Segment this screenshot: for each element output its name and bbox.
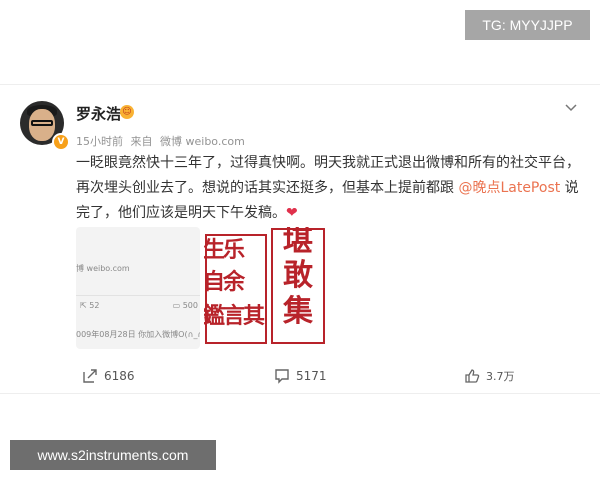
post-meta: 15小时前 来自 微博 weibo.com <box>76 133 249 149</box>
forward-button[interactable]: 6186 <box>82 365 135 387</box>
seal-char: 堪 <box>283 227 313 259</box>
seal-char: 乐 <box>223 237 245 263</box>
like-button[interactable]: 3.7万 <box>464 365 515 387</box>
thumb-comment: ▭ 500 <box>172 301 198 310</box>
seal-char: 生 <box>204 237 225 263</box>
forward-count: 6186 <box>104 369 135 383</box>
seal-char: 言 <box>223 303 245 329</box>
seal-char: 敢 <box>283 258 313 293</box>
post-time[interactable]: 15小时前 <box>76 135 123 148</box>
seal-char: 自 <box>204 269 225 295</box>
forward-icon <box>83 369 97 383</box>
seal-char: 集 <box>282 294 314 329</box>
comment-button[interactable]: 5171 <box>274 365 327 387</box>
action-bar: 6186 5171 3.7万 <box>0 365 600 387</box>
seal-stamp: 乐余言自鑑 堪敢集 生其 <box>204 227 325 344</box>
chevron-down-icon[interactable] <box>562 99 580 117</box>
thumb-comment-count: 500 <box>182 301 198 310</box>
seal-char: 余 <box>222 269 246 295</box>
comment-count: 5171 <box>296 369 327 383</box>
comment-icon <box>275 369 289 384</box>
username[interactable]: 罗永浩 <box>76 103 121 124</box>
seal-char: 鑑 <box>204 303 225 329</box>
mention-link[interactable]: @晚点LatePost <box>458 180 560 196</box>
thumb-forward-count: 52 <box>89 301 100 310</box>
thumbs-up-icon <box>465 369 480 383</box>
thumb-date-text: 009年08月28日 你加入微博O(∩_∩) <box>76 330 200 339</box>
site-watermark: www.s2instruments.com <box>10 440 216 470</box>
weibo-post-card: V 罗永浩 ☺ 15小时前 来自 微博 weibo.com 一眨眼竟然快十三年了… <box>0 84 600 394</box>
seal-char: 其 <box>243 303 265 329</box>
post-source: 微博 weibo.com <box>160 135 245 148</box>
thumb-site-text: 博 weibo.com <box>76 264 130 273</box>
telegram-watermark: TG: MYYJJPP <box>465 10 590 40</box>
image-thumbnail-screenshot[interactable]: 博 weibo.com ⇱ 52 ▭ 500 009年08月28日 你加入微博O… <box>76 227 200 349</box>
vip-badge-icon[interactable]: ☺ <box>120 105 134 119</box>
verified-badge-icon: V <box>52 133 70 151</box>
post-text: 一眨眼竟然快十三年了，过得真快啊。明天我就正式退出微博和所有的社交平台，再次埋头… <box>76 151 588 226</box>
source-prefix: 来自 <box>130 135 153 148</box>
avatar-glasses <box>31 120 53 126</box>
heart-emoji-icon: ❤ <box>286 205 298 221</box>
thumb-divider <box>76 295 200 296</box>
like-count: 3.7万 <box>486 370 515 383</box>
image-thumbnail-seal[interactable]: 乐余言自鑑 堪敢集 生其 <box>204 227 326 349</box>
thumb-forward: ⇱ 52 <box>80 301 100 310</box>
